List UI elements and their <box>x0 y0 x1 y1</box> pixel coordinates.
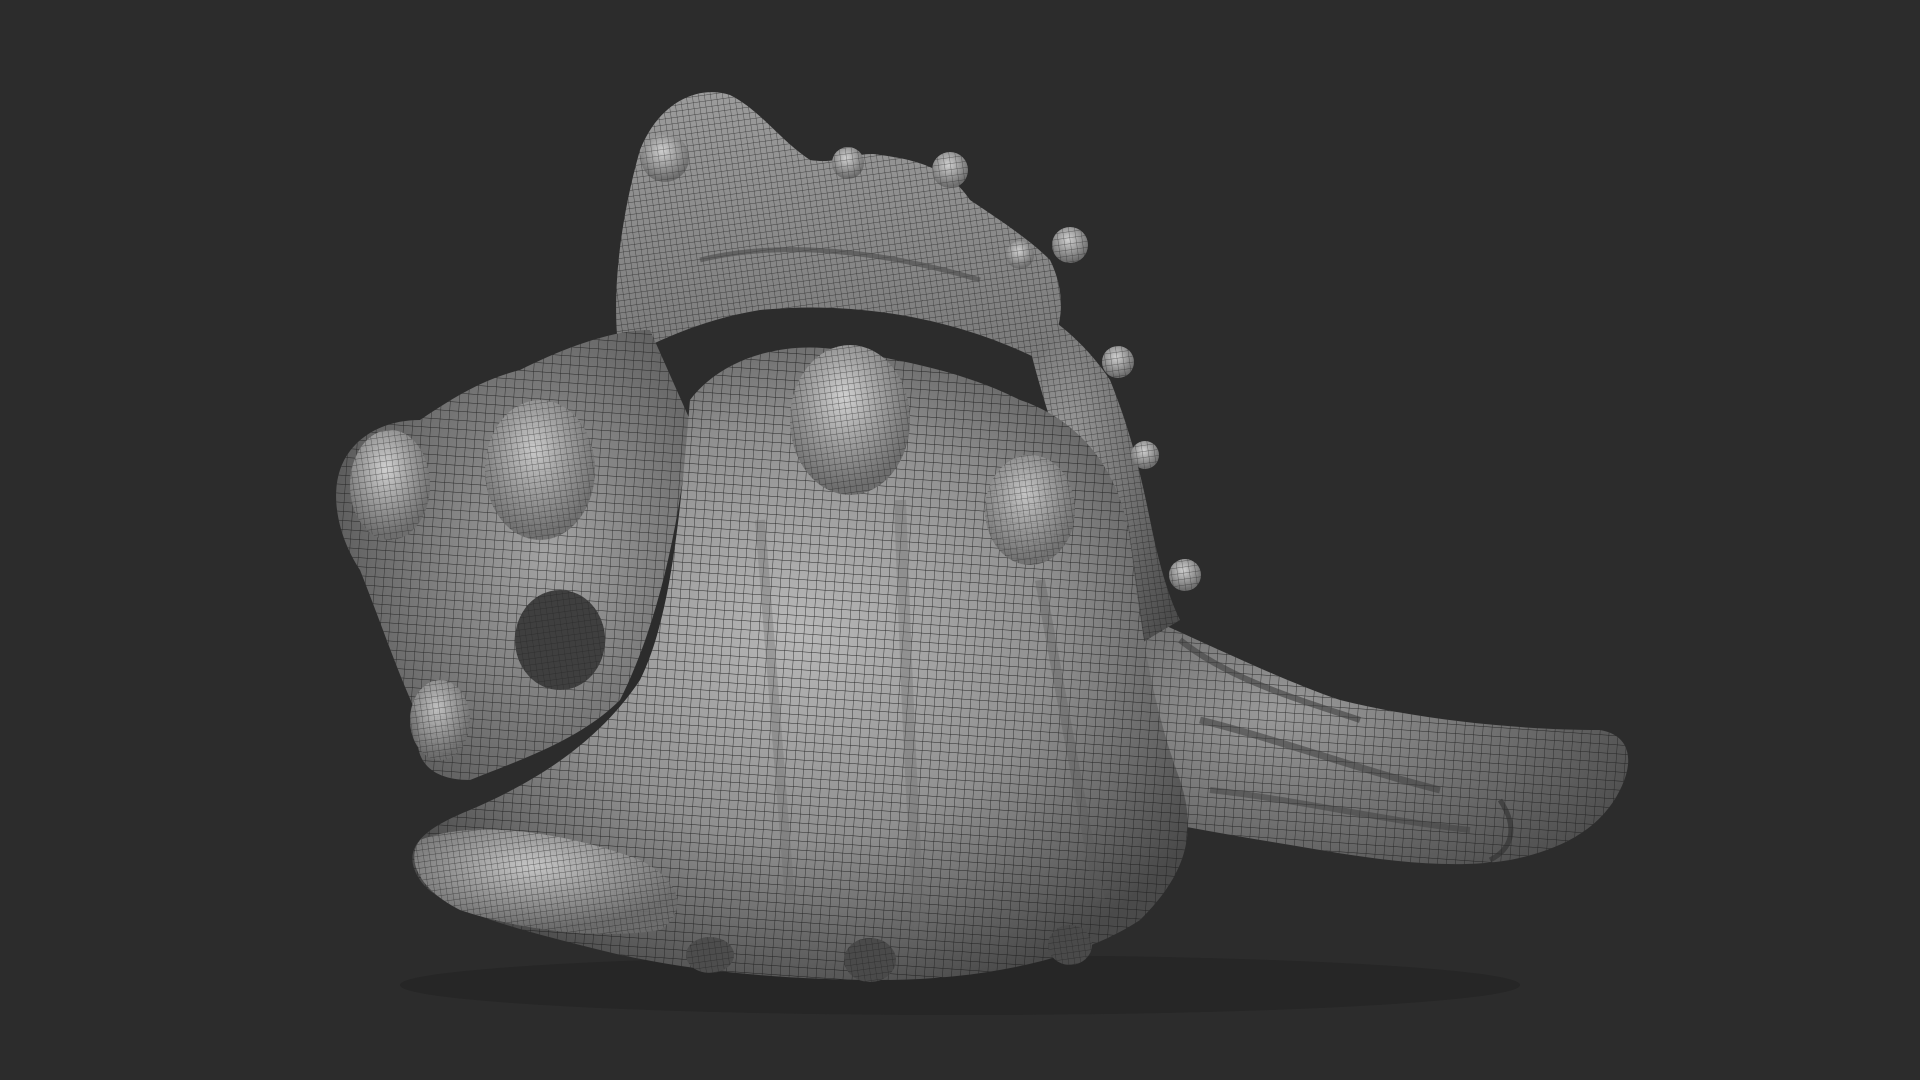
shell-mesh-model[interactable] <box>0 0 1920 1080</box>
shell-siphonal-canal <box>1130 610 1629 865</box>
3d-viewport[interactable] <box>0 0 1920 1080</box>
shell-spire <box>616 92 1061 360</box>
